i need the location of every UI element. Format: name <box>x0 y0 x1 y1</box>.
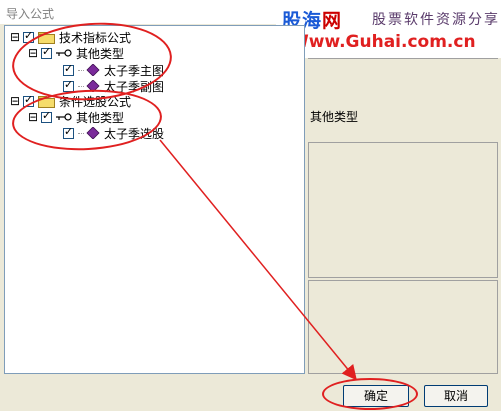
tree-connector <box>78 132 84 134</box>
collapse-icon[interactable]: ⊟ <box>9 95 21 107</box>
tree-node-label: 其他类型 <box>76 110 125 125</box>
ok-button[interactable]: 确定 <box>343 385 409 407</box>
tree-node-other-type-2[interactable]: ⊟ ✓ 其他类型 <box>27 109 124 125</box>
tree-node-stock-selection[interactable]: ⊟ ✓ 条件选股公式 <box>9 93 131 109</box>
formula-parameter-box <box>308 280 498 374</box>
tree-node-label: 其他类型 <box>76 46 125 61</box>
collapse-icon[interactable]: ⊟ <box>27 47 39 59</box>
tree-item-label: 太子季主图 <box>104 63 165 78</box>
watermark-slogan: 股票软件资源分享 <box>372 12 500 28</box>
tree-item-formula[interactable]: ✓ 太子季主图 <box>63 62 164 78</box>
tree-node-label: 条件选股公式 <box>59 94 132 109</box>
formula-description-box <box>308 142 498 278</box>
gem-icon <box>86 64 100 76</box>
tree-node-other-type-1[interactable]: ⊟ ✓ 其他类型 <box>27 45 124 61</box>
checkbox[interactable]: ✓ <box>63 124 74 139</box>
checkbox[interactable]: ✓ <box>63 61 74 76</box>
checkbox-check-icon: ✓ <box>64 77 74 91</box>
checkbox[interactable]: ✓ <box>41 44 52 59</box>
checkbox-check-icon: ✓ <box>64 124 74 138</box>
folder-icon <box>38 95 55 108</box>
tree-node-tech-indicators[interactable]: ⊟ ✓ 技术指标公式 <box>9 29 131 45</box>
checkbox-check-icon: ✓ <box>64 61 74 75</box>
checkbox[interactable]: ✓ <box>41 108 52 123</box>
gem-icon <box>86 80 100 92</box>
checkbox-check-icon: ✓ <box>24 28 34 42</box>
checkbox[interactable]: ✓ <box>23 92 34 107</box>
collapse-icon[interactable]: ⊟ <box>9 31 21 43</box>
tree-node-label: 技术指标公式 <box>59 30 132 45</box>
key-icon <box>56 49 72 57</box>
tree-item-label: 太子季选股 <box>104 126 165 141</box>
cancel-button[interactable]: 取消 <box>424 385 488 407</box>
checkbox[interactable]: ✓ <box>23 28 34 43</box>
checkbox-check-icon: ✓ <box>42 108 52 122</box>
formula-tree[interactable]: ⊟ ✓ 技术指标公式 ⊟ ✓ 其他类型 ✓ 太子季主图 ✓ 太子季副图 ⊟ ✓ … <box>4 25 305 374</box>
window-title: 导入公式 <box>6 7 55 21</box>
gem-icon <box>86 127 100 139</box>
formula-type-label: 其他类型 <box>310 110 359 124</box>
side-divider <box>308 58 498 63</box>
collapse-icon[interactable]: ⊟ <box>27 111 39 123</box>
checkbox-check-icon: ✓ <box>42 44 52 58</box>
tree-connector <box>78 69 84 71</box>
key-icon <box>56 113 72 121</box>
checkbox[interactable]: ✓ <box>63 77 74 92</box>
tree-item-formula[interactable]: ✓ 太子季选股 <box>63 125 164 141</box>
watermark-url: Www.Guhai.com.cn <box>290 32 476 52</box>
watermark-banner: 股海网 股票软件资源分享 Www.Guhai.com.cn <box>276 0 501 58</box>
checkbox-check-icon: ✓ <box>24 92 34 106</box>
tree-connector <box>78 85 84 87</box>
folder-icon <box>38 31 55 44</box>
